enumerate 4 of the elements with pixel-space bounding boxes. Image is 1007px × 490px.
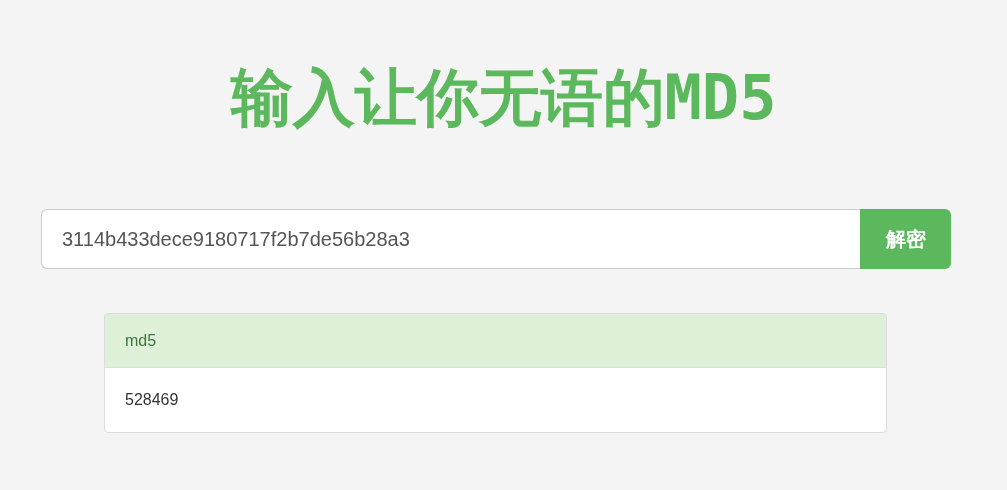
result-value: 528469	[124, 390, 180, 410]
md5-input-field[interactable]: 3114b433dece9180717f2b7de56b28a3	[41, 209, 860, 269]
page-title: 输入让你无语的MD5	[230, 60, 777, 136]
panel-heading: md5	[105, 314, 886, 368]
